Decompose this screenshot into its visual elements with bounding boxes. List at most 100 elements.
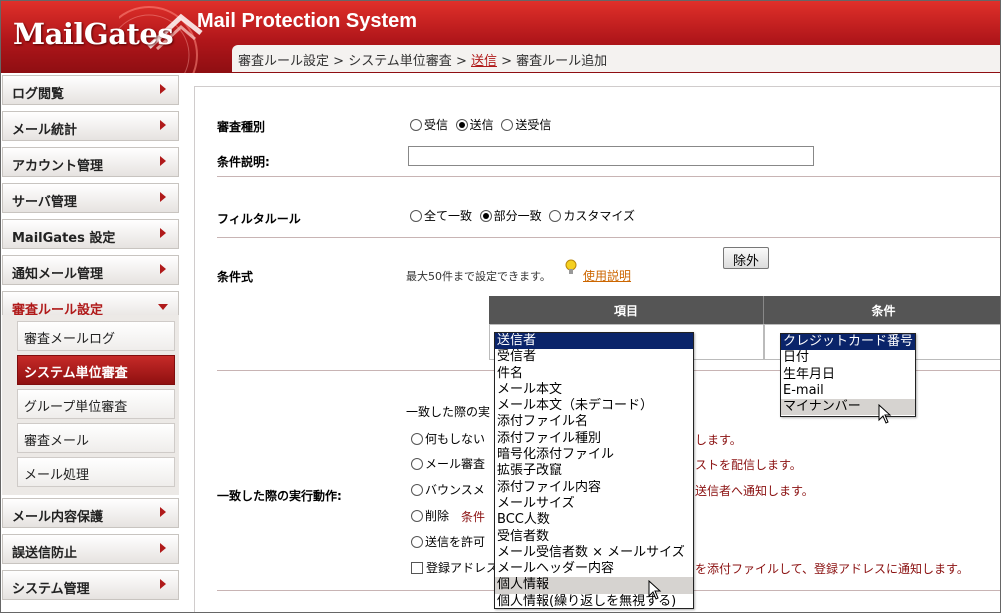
divider <box>217 176 1000 177</box>
submenu-item-group-review[interactable]: グループ単位審査 <box>17 389 175 419</box>
action-option-delete[interactable]: 削除 <box>411 507 449 524</box>
breadcrumb-item: 審査ルール追加 <box>516 54 608 69</box>
sidebar-item-log[interactable]: ログ閲覧 <box>2 75 179 105</box>
sidebar: ログ閲覧 メール統計 アカウント管理 サーバ管理 MailGates 設定 通知… <box>1 73 181 612</box>
condition-select-list[interactable]: クレジットカード番号 日付 生年月日 E-mail マイナンバー <box>780 333 916 417</box>
sidebar-item-content-protection[interactable]: メール内容保護 <box>2 498 179 528</box>
sidebar-item-misdelivery[interactable]: 誤送信防止 <box>2 534 179 564</box>
table-header-condition: 条件 <box>764 296 1000 324</box>
desc-input[interactable] <box>408 146 814 166</box>
list-option[interactable]: メール本文 <box>495 382 693 398</box>
list-option[interactable]: BCC人数 <box>495 512 693 528</box>
action-option-none[interactable]: 何もしない <box>411 430 485 447</box>
action-option-allow[interactable]: 送信を許可 <box>411 533 485 550</box>
list-option[interactable]: 生年月日 <box>781 367 915 383</box>
lightbulb-icon <box>565 259 577 274</box>
type-label: 審査種別 <box>217 120 266 134</box>
chevron-right-icon <box>160 264 166 274</box>
action-label: 一致した際の実行動作: <box>217 489 342 503</box>
breadcrumb: 審査ルール設定 > システム単位審査 > 送信 > 審査ルール追加 <box>232 45 1000 72</box>
filter-radio-custom[interactable]: カスタマイズ <box>549 209 635 223</box>
list-option[interactable]: 個人情報 <box>495 577 693 594</box>
list-option[interactable]: 受信者 <box>495 349 693 365</box>
list-option[interactable]: 拡張子改竄 <box>495 463 693 479</box>
chevron-right-icon <box>160 84 166 94</box>
action-desc: します。 <box>695 433 742 447</box>
condition-label: 条件式 <box>217 270 254 284</box>
list-option[interactable]: 添付ファイル種別 <box>495 431 693 447</box>
type-radio-send[interactable]: 送信 <box>455 118 494 132</box>
chevron-down-icon <box>158 304 168 310</box>
list-option[interactable]: 添付ファイル内容 <box>495 480 693 496</box>
mouse-cursor-icon <box>878 404 892 424</box>
sidebar-item-system[interactable]: システム管理 <box>2 570 179 600</box>
filter-radio-group: 全て一致 部分一致 カスタマイズ <box>410 207 635 224</box>
list-option[interactable]: メール本文（未デコード） <box>495 398 693 414</box>
sidebar-item-notify[interactable]: 通知メール管理 <box>2 255 179 285</box>
list-option[interactable]: クレジットカード番号 <box>781 334 915 351</box>
table-header-item: 項目 <box>489 296 764 324</box>
sidebar-item-label: アカウント管理 <box>12 159 104 174</box>
notify-checkbox[interactable]: 登録アドレス <box>411 559 498 576</box>
list-option[interactable]: 件名 <box>495 366 693 382</box>
list-option[interactable]: 受信者数 <box>495 529 693 545</box>
sidebar-item-label: 通知メール管理 <box>12 267 104 282</box>
exclude-button[interactable]: 除外 <box>723 247 769 269</box>
sidebar-item-label: サーバ管理 <box>12 195 77 210</box>
type-radio-receive[interactable]: 受信 <box>410 118 448 132</box>
action-desc: 条件 <box>461 510 486 524</box>
sidebar-item-label: メール内容保護 <box>12 510 104 525</box>
header: MailGates Mail Protection System 審査ルール設定… <box>1 1 1000 73</box>
desc-label: 条件説明: <box>217 155 270 169</box>
submenu-item-review-log[interactable]: 審査メールログ <box>17 321 175 351</box>
divider <box>217 237 1000 238</box>
sidebar-item-label: 誤送信防止 <box>12 546 78 561</box>
action-option-bounce[interactable]: バウンスメ <box>411 481 485 498</box>
sidebar-item-server[interactable]: サーバ管理 <box>2 183 179 213</box>
list-option[interactable]: 日付 <box>781 350 915 366</box>
chevron-right-icon <box>160 228 166 238</box>
sidebar-item-label: ログ閲覧 <box>12 87 65 102</box>
list-option[interactable]: 暗号化添付ファイル <box>495 447 693 463</box>
sidebar-item-stats[interactable]: メール統計 <box>2 111 179 141</box>
submenu-item-review-mail[interactable]: 審査メール <box>17 423 175 453</box>
list-option[interactable]: マイナンバー <box>781 399 915 416</box>
breadcrumb-link-send[interactable]: 送信 <box>471 54 497 69</box>
action-intro: 一致した際の実 <box>406 405 491 419</box>
logo: MailGates <box>13 17 174 51</box>
submenu-item-mail-processing[interactable]: メール処理 <box>17 457 175 487</box>
item-select-list[interactable]: 送信者 受信者 件名 メール本文 メール本文（未デコード） 添付ファイル名 添付… <box>494 332 694 609</box>
condition-note: 最大50件まで設定できます。 <box>406 270 551 283</box>
sidebar-item-mailgates-settings[interactable]: MailGates 設定 <box>2 219 179 249</box>
list-option[interactable]: E-mail <box>781 383 915 399</box>
breadcrumb-item: システム単位審査 <box>348 54 452 69</box>
sidebar-item-label: システム管理 <box>12 582 90 597</box>
chevron-right-icon <box>160 156 166 166</box>
action-option-review[interactable]: メール審査 <box>411 455 485 472</box>
list-option[interactable]: メールヘッダー内容 <box>495 561 693 577</box>
chevron-right-icon <box>160 507 166 517</box>
chevron-right-icon <box>160 120 166 130</box>
mouse-cursor-icon <box>648 580 662 600</box>
breadcrumb-item: 審査ルール設定 <box>238 54 330 69</box>
chevron-right-icon <box>160 579 166 589</box>
list-option[interactable]: メール受信者数 × メールサイズ <box>495 545 693 561</box>
filter-radio-all[interactable]: 全て一致 <box>410 209 472 223</box>
list-option[interactable]: 送信者 <box>495 333 693 350</box>
filter-label: フィルタルール <box>217 212 301 226</box>
type-radio-group: 受信 送信 送受信 <box>410 116 551 133</box>
filter-radio-partial[interactable]: 部分一致 <box>479 209 542 223</box>
list-option[interactable]: 添付ファイル名 <box>495 414 693 430</box>
list-option[interactable]: 個人情報(繰り返しを無視する) <box>495 594 693 610</box>
submenu-item-system-review[interactable]: システム単位審査 <box>17 355 175 385</box>
help-link[interactable]: 使用説明 <box>583 267 631 284</box>
action-desc: ストを配信します。 <box>695 458 802 472</box>
list-option[interactable]: メールサイズ <box>495 496 693 512</box>
app-window: MailGates Mail Protection System 審査ルール設定… <box>0 0 1001 613</box>
action-desc: を添付ファイルして、登録アドレスに通知します。 <box>695 562 969 576</box>
type-radio-both[interactable]: 送受信 <box>501 118 551 132</box>
app-title: Mail Protection System <box>197 10 418 32</box>
chevron-right-icon <box>160 543 166 553</box>
sidebar-item-label: MailGates 設定 <box>12 231 116 246</box>
sidebar-item-account[interactable]: アカウント管理 <box>2 147 179 177</box>
